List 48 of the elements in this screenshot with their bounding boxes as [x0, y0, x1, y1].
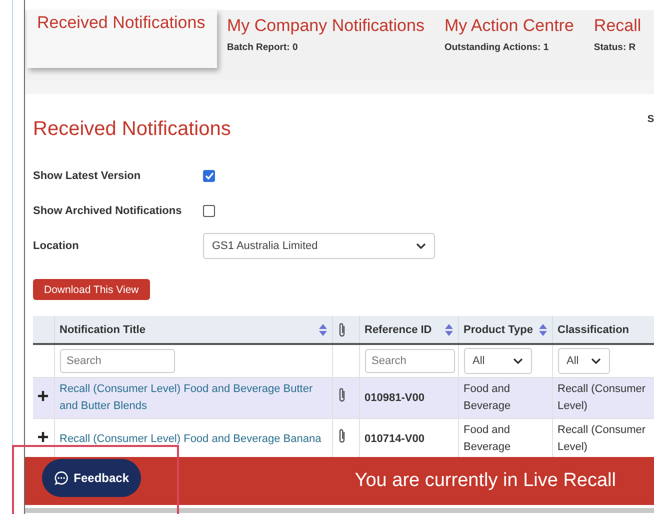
paperclip-icon	[338, 387, 346, 403]
search-field[interactable]: Search	[60, 349, 174, 373]
column-header[interactable]: Classification	[552, 316, 654, 344]
paperclip-icon	[338, 322, 346, 338]
column-header[interactable]	[332, 316, 359, 344]
column-header[interactable]: Reference ID	[359, 316, 458, 344]
tab-subtitle: Batch Report: 0	[227, 42, 299, 53]
side-label: S	[647, 114, 654, 127]
scrollbar[interactable]	[25, 508, 654, 513]
caret-icon	[512, 358, 522, 364]
chat-icon	[54, 470, 69, 486]
checkbox[interactable]	[203, 170, 215, 182]
classification: Recall (Consumer Level)	[558, 383, 646, 412]
notification-link[interactable]: Recall (Consumer Level) Food and Beverage Banana	[60, 430, 326, 448]
tab-subtitle: Outstanding Actions: 1	[444, 42, 550, 53]
caret-icon	[590, 358, 600, 364]
tab-subtitle: Status: R	[594, 42, 637, 53]
page-title: Received Notifications	[33, 118, 231, 142]
search-field[interactable]: Search	[364, 349, 454, 373]
tab[interactable]: My Action Centre Outstanding Actions: 1	[434, 10, 584, 80]
filter-label: Location	[33, 240, 80, 252]
sort-icon[interactable]	[318, 324, 326, 336]
classification: Recall (Consumer Level)	[558, 424, 646, 453]
location-select[interactable]: GS1 Australia Limited	[203, 232, 435, 258]
sort-icon[interactable]	[444, 324, 452, 336]
expand-icon[interactable]	[38, 432, 48, 442]
filter-label: Show Archived Notifications	[33, 204, 183, 216]
tab[interactable]: Received Notifications	[27, 10, 217, 68]
tab[interactable]: My Company Notifications Batch Report: 0	[217, 10, 434, 80]
expand-icon[interactable]	[38, 390, 48, 400]
download-button[interactable]: Download This View	[33, 279, 150, 300]
checkbox[interactable]	[203, 204, 215, 216]
filter-select[interactable]: All	[464, 348, 532, 374]
reference-id: 010981-V00	[364, 392, 424, 404]
table-row[interactable]: Recall (Consumer Level) Food and Beverage Butter and Butter Blends 010981-V00 Food and Beverage Recall (Consumer Level)	[33, 378, 654, 418]
filter-select[interactable]: All	[558, 348, 610, 374]
sort-icon[interactable]	[538, 324, 546, 336]
feedback-button[interactable]: Feedback	[42, 459, 141, 497]
column-header[interactable]: Notification Title	[54, 316, 332, 344]
reference-id: 010714-V00	[364, 432, 424, 444]
product-type: Food and Beverage	[464, 424, 511, 453]
filter-label: Show Latest Version	[33, 170, 142, 182]
table-row[interactable]: Recall (Consumer Level) Food and Beverage Banana 010714-V00 Food and Beverage Recall (Consumer Level)	[33, 418, 654, 457]
column-header[interactable]: Product Type	[458, 316, 552, 344]
caret-icon	[416, 242, 426, 248]
product-type: Food and Beverage	[464, 383, 511, 412]
tab[interactable]: Recall Status: R	[584, 10, 652, 80]
paperclip-icon	[338, 428, 346, 444]
